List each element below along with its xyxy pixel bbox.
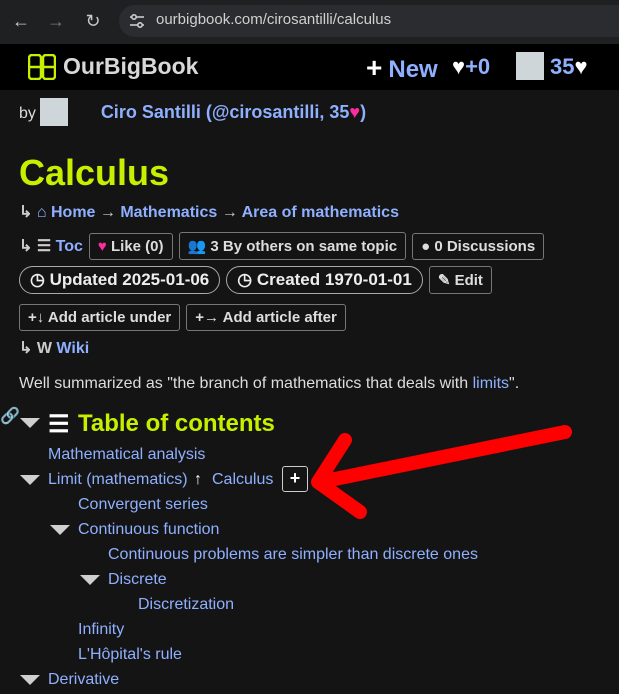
toc-expand-icon[interactable] <box>20 475 40 485</box>
page-title: Calculus <box>19 152 170 193</box>
article-actions-row: ↳ ☰ Toc ♥ Like (0) 👥 3 By others on same… <box>19 232 545 260</box>
wiki-link[interactable]: ↳ W Wiki <box>19 338 89 358</box>
byline: by Ciro Santilli (@cirosantilli, 35♥) <box>19 102 366 123</box>
summary-suffix: ". <box>509 375 520 392</box>
dates-row: ◷ Updated 2025-01-06 ◷ Created 1970-01-0… <box>19 266 492 294</box>
toc-item[interactable]: Continuous problems are simpler than dis… <box>108 546 478 564</box>
author-avatar[interactable] <box>40 98 68 126</box>
ourbigbook-logo-icon[interactable] <box>28 54 56 80</box>
wiki-row: ↳ W Wiki <box>19 338 89 358</box>
user-score[interactable]: 35♥ <box>550 54 588 80</box>
edit-button[interactable]: ✎ Edit <box>428 266 492 294</box>
heart-score[interactable]: ♥+0 <box>452 54 490 80</box>
breadcrumb-mathematics[interactable]: Mathematics <box>120 204 217 221</box>
toc-item[interactable]: Discrete <box>108 571 167 589</box>
created-label: Created 1970-01-01 <box>256 270 412 289</box>
add-after-button[interactable]: +→ Add article after <box>186 304 346 331</box>
discussions-label: 0 Discussions <box>434 237 536 255</box>
heart-icon: ♥ <box>97 237 107 255</box>
edit-label: Edit <box>454 272 483 289</box>
home-icon: ⌂ <box>36 204 47 221</box>
user-avatar[interactable] <box>516 52 544 80</box>
clock-icon: ◷ <box>30 270 45 289</box>
toc-expand-icon[interactable] <box>20 675 40 685</box>
author-name: Ciro Santilli (@cirosantilli, 35 <box>100 102 350 122</box>
like-label: Like (0) <box>110 237 164 255</box>
edit-icon: ✎ <box>437 272 451 289</box>
toc-expand-icon[interactable] <box>50 525 70 535</box>
add-under-label: Add article under <box>47 309 172 326</box>
link-icon[interactable]: 🔗 <box>0 406 20 426</box>
article-summary: Well summarized as "the branch of mathem… <box>19 375 519 393</box>
like-button[interactable]: ♥ Like (0) <box>88 232 173 260</box>
created-badge: ◷ Created 1970-01-01 <box>226 266 423 294</box>
new-label: New <box>388 56 438 83</box>
author-close: ) <box>360 102 367 122</box>
parent-arrow-icon: ↑ <box>194 471 202 488</box>
breadcrumb-home[interactable]: Home <box>51 204 95 221</box>
toc-expand-icon[interactable] <box>80 575 100 585</box>
heart-score-value: +0 <box>465 54 491 79</box>
add-after-label: Add article after <box>222 309 337 326</box>
list-icon: ☰ <box>48 411 70 438</box>
plus-right-icon: +→ <box>195 309 220 326</box>
annotation-arrow-icon <box>311 425 572 519</box>
others-label: 3 By others on same topic <box>210 238 398 255</box>
toc-item[interactable]: Mathematical analysis <box>48 446 205 464</box>
reload-icon[interactable]: ↻ <box>82 10 104 32</box>
toc-parent-link[interactable]: Calculus <box>212 471 273 489</box>
limits-link[interactable]: limits <box>473 375 509 392</box>
plus-icon: + <box>366 52 383 83</box>
user-score-value: 35 <box>550 54 575 79</box>
breadcrumb: ↳ ⌂ Home → Mathematics → Area of mathema… <box>19 204 399 221</box>
toc-item[interactable]: Continuous function <box>78 521 219 539</box>
comment-icon: ● <box>421 237 431 255</box>
toc-item[interactable]: L'Hôpital's rule <box>78 646 182 664</box>
heart-icon: ♥ <box>349 102 361 122</box>
new-article-button[interactable]: + New <box>366 52 438 84</box>
toc-collapse-icon[interactable] <box>20 418 40 428</box>
toc-item[interactable]: Convergent series <box>78 496 208 514</box>
wikipedia-icon: W <box>36 340 52 357</box>
plus-down-icon: +↓ <box>28 309 45 326</box>
updated-badge: ◷ Updated 2025-01-06 <box>19 266 221 294</box>
clock-icon: ◷ <box>237 270 253 289</box>
url-text[interactable]: ourbigbook.com/cirosantilli/calculus <box>156 11 391 28</box>
toc-label: Toc <box>55 238 83 255</box>
heart-icon: ♥ <box>574 54 588 79</box>
others-topic-button[interactable]: 👥 3 By others on same topic <box>178 232 407 260</box>
heart-icon: ♥ <box>452 54 466 79</box>
breadcrumb-area[interactable]: Area of mathematics <box>242 204 399 221</box>
site-settings-icon[interactable] <box>128 12 146 30</box>
forward-arrow-icon[interactable]: → <box>45 10 67 32</box>
updated-label: Updated 2025-01-06 <box>49 270 210 289</box>
toc-item[interactable]: Infinity <box>78 621 124 639</box>
toc-item[interactable]: Derivative <box>48 671 119 689</box>
author-link[interactable]: Ciro Santilli (@cirosantilli, 35♥) <box>101 102 366 122</box>
toc-title: Table of contents <box>78 410 275 437</box>
add-article-row: +↓ Add article under +→ Add article afte… <box>19 304 346 331</box>
toc-item[interactable]: Discretization <box>138 596 234 614</box>
summary-text: Well summarized as "the branch of mathem… <box>19 375 473 392</box>
back-arrow-icon[interactable]: ← <box>10 10 32 32</box>
discussions-button[interactable]: ● 0 Discussions <box>412 232 545 260</box>
users-icon: 👥 <box>187 238 207 255</box>
brand-name[interactable]: OurBigBook <box>63 53 198 80</box>
toc-item[interactable]: Limit (mathematics) <box>48 471 188 489</box>
add-under-button[interactable]: +↓ Add article under <box>19 304 181 331</box>
toc-link[interactable]: ↳ ☰ Toc <box>19 236 83 256</box>
wiki-label: Wiki <box>56 340 90 357</box>
by-label: by <box>19 105 36 122</box>
